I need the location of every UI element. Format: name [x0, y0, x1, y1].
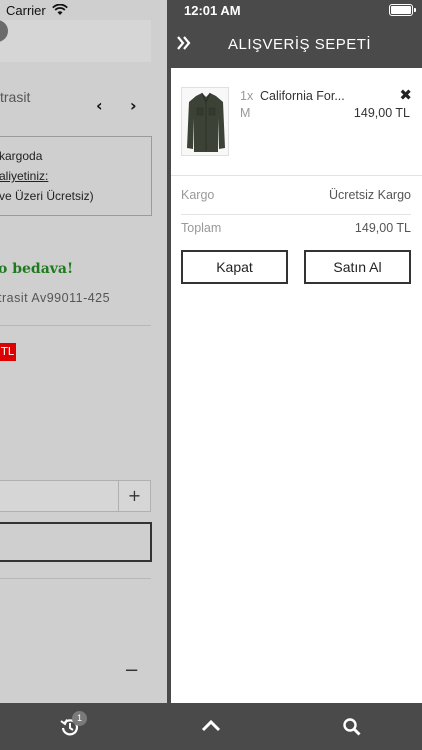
- background-product-page[interactable]: trasit ‹ › kargoda aliyetiniz: ve Üzeri …: [0, 20, 167, 703]
- shipping-line-2: aliyetiniz:: [0, 169, 49, 183]
- carrier-label: Carrier: [6, 3, 46, 18]
- checkout-button[interactable]: Satın Al: [304, 250, 411, 284]
- chevron-up-icon: [201, 719, 221, 732]
- close-icon[interactable]: ✖: [399, 86, 412, 104]
- background-collapse-button[interactable]: −: [124, 660, 139, 681]
- item-price: 149,00 TL: [353, 106, 410, 120]
- scroll-top-button[interactable]: [191, 703, 231, 750]
- background-add-to-cart-button[interactable]: [0, 522, 152, 562]
- background-variant-label: trasit: [0, 89, 31, 105]
- background-shipping-info: kargoda aliyetiniz: ve Üzeri Ücretsiz): [0, 136, 152, 216]
- total-row: Toplam 149,00 TL: [181, 221, 411, 247]
- close-button[interactable]: Kapat: [181, 250, 288, 284]
- chevron-right-icon[interactable]: ›: [130, 96, 137, 115]
- total-value: 149,00 TL: [354, 221, 411, 235]
- background-quantity-input[interactable]: [0, 480, 118, 512]
- background-divider: [0, 578, 151, 579]
- bottom-toolbar: 1: [0, 703, 422, 750]
- summary-divider: [181, 214, 411, 215]
- background-product-code: trasit Av99011-425: [0, 291, 111, 305]
- cart-summary: Kargo Ücretsiz Kargo Toplam 149,00 TL: [181, 188, 411, 247]
- background-price-badge: TL: [0, 343, 16, 361]
- cart-header: ALIŞVERİŞ SEPETİ: [167, 20, 422, 68]
- shipping-row: Kargo Ücretsiz Kargo: [181, 188, 411, 214]
- item-name[interactable]: California For...: [260, 89, 360, 103]
- search-icon: [343, 718, 361, 736]
- shirt-image: [187, 92, 225, 152]
- battery-icon: [389, 4, 416, 16]
- shipping-label: Kargo: [181, 188, 215, 202]
- item-quantity: 1x: [240, 89, 254, 103]
- double-chevron-right-icon[interactable]: [176, 33, 192, 53]
- chevron-left-icon[interactable]: ‹: [96, 96, 103, 115]
- total-label: Toplam: [181, 221, 222, 235]
- shipping-line-3: ve Üzeri Ücretsiz): [0, 189, 94, 203]
- shipping-value: Ücretsiz Kargo: [329, 188, 411, 202]
- background-plus-button[interactable]: +: [118, 480, 151, 512]
- cart-item[interactable]: 1x California For... M 149,00 TL ✖: [171, 68, 422, 176]
- product-thumbnail[interactable]: [181, 87, 229, 156]
- cart-drawer: ALIŞVERİŞ SEPETİ 1x California For... M …: [167, 20, 422, 703]
- item-size: M: [240, 106, 251, 120]
- shipping-line-1: kargoda: [0, 149, 43, 163]
- clock: 12:01 AM: [184, 3, 241, 18]
- status-bar: Carrier 12:01 AM: [0, 0, 422, 20]
- background-divider: [0, 325, 151, 326]
- history-badge: 1: [72, 711, 87, 726]
- background-search-bar: [0, 20, 151, 62]
- wifi-icon: [52, 4, 68, 15]
- cart-title: ALIŞVERİŞ SEPETİ: [228, 36, 372, 53]
- background-promo-text: o bedava!: [0, 261, 74, 277]
- history-button[interactable]: 1: [50, 703, 90, 750]
- search-button[interactable]: [331, 703, 371, 750]
